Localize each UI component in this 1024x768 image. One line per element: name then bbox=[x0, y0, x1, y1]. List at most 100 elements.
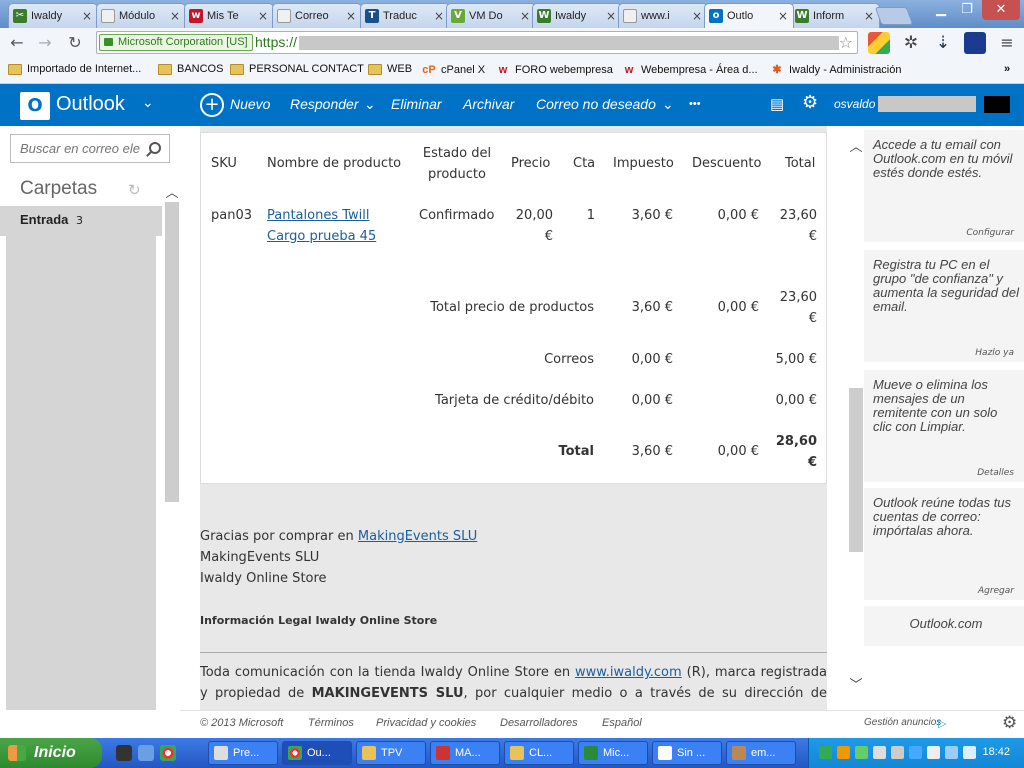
user-name[interactable]: osvaldo bbox=[834, 97, 875, 111]
scrollbar-thumb[interactable] bbox=[849, 388, 863, 552]
tray-icon[interactable] bbox=[873, 746, 886, 759]
sidebar-scrollbar[interactable]: ︿ ﹀ bbox=[164, 182, 180, 768]
taskbar-item[interactable]: Mic... bbox=[578, 741, 648, 765]
bookmark-link[interactable]: cP cPanel X bbox=[422, 63, 485, 77]
ad-card[interactable]: Mueve o elimina los mensajes de un remit… bbox=[864, 370, 1024, 482]
outlook-brand[interactable]: Outlook bbox=[56, 93, 125, 116]
ads-manage-link[interactable]: Gestión anuncios bbox=[864, 717, 941, 728]
chevron-down-icon[interactable]: ⌄ bbox=[662, 96, 674, 113]
delete-button[interactable]: Eliminar bbox=[391, 96, 442, 112]
extension-icon[interactable] bbox=[868, 32, 890, 54]
back-icon[interactable]: ← bbox=[6, 32, 28, 54]
tray-icon[interactable] bbox=[855, 746, 868, 759]
browser-tab[interactable]: W Iwaldy × bbox=[532, 3, 622, 28]
bookmark-folder[interactable]: PERSONAL CONTACT bbox=[230, 63, 364, 75]
bookmark-folder[interactable]: WEB bbox=[368, 63, 412, 75]
star-icon[interactable]: ☆ bbox=[839, 33, 853, 52]
close-icon[interactable]: × bbox=[691, 9, 703, 23]
start-button[interactable]: Inicio bbox=[0, 738, 102, 768]
footer-link-language[interactable]: Español bbox=[602, 717, 642, 729]
ad-link[interactable]: Agregar bbox=[978, 586, 1014, 596]
browser-tab[interactable]: V VM Do × bbox=[446, 3, 536, 28]
bookmark-link[interactable]: w Webempresa - Área d... bbox=[622, 63, 758, 77]
minimize-icon[interactable]: ▁ bbox=[928, 0, 954, 20]
chevron-down-icon[interactable]: ﹀ bbox=[848, 674, 864, 693]
scrollbar-thumb[interactable] bbox=[165, 202, 179, 502]
tray-icon[interactable] bbox=[927, 746, 940, 759]
bookmark-folder[interactable]: Importado de Internet... bbox=[8, 63, 141, 75]
avatar[interactable] bbox=[984, 96, 1010, 113]
ev-certificate-badge[interactable]: Microsoft Corporation [US] bbox=[99, 34, 253, 51]
close-icon[interactable]: × bbox=[519, 9, 531, 23]
messaging-icon[interactable]: ▤ bbox=[770, 95, 784, 113]
taskbar-item[interactable]: Sin ... bbox=[652, 741, 722, 765]
quicklaunch-icon[interactable] bbox=[138, 745, 154, 761]
search-input[interactable] bbox=[20, 141, 140, 156]
download-icon[interactable]: ⇣ bbox=[932, 32, 954, 54]
gear-icon[interactable]: ⚙ bbox=[802, 92, 818, 113]
chevron-up-icon[interactable]: ︿ bbox=[164, 182, 180, 201]
close-window-icon[interactable]: ✕ bbox=[982, 0, 1020, 20]
bookmark-link[interactable]: ✱ Iwaldy - Administración bbox=[770, 63, 901, 77]
tray-icon[interactable] bbox=[909, 746, 922, 759]
browser-tab[interactable]: Correo × bbox=[272, 3, 362, 28]
network-icon[interactable] bbox=[945, 746, 958, 759]
browser-tab-active[interactable]: o Outlo × bbox=[704, 3, 794, 28]
outlook-logo-icon[interactable]: O bbox=[20, 92, 50, 120]
plus-icon[interactable]: + bbox=[200, 93, 224, 117]
ad-choices-icon[interactable]: ▷ bbox=[938, 717, 946, 730]
refresh-icon[interactable]: ↻ bbox=[128, 181, 141, 199]
website-link[interactable]: www.iwaldy.com bbox=[575, 665, 682, 680]
ad-link[interactable]: Hazlo ya bbox=[975, 348, 1014, 358]
search-box[interactable] bbox=[10, 134, 170, 163]
ad-card[interactable]: Registra tu PC en el grupo "de confianza… bbox=[864, 250, 1024, 362]
close-icon[interactable]: × bbox=[433, 9, 445, 23]
taskbar-item[interactable]: Pre... bbox=[208, 741, 278, 765]
ad-card[interactable]: Accede a tu email con Outlook.com en tu … bbox=[864, 130, 1024, 242]
ad-link[interactable]: Detalles bbox=[977, 468, 1014, 478]
chevron-down-icon[interactable]: ⌄ bbox=[142, 95, 154, 111]
flag-icon[interactable] bbox=[964, 32, 986, 54]
close-icon[interactable]: × bbox=[605, 9, 617, 23]
browser-tab[interactable]: ✂ Iwaldy × bbox=[8, 3, 98, 28]
browser-tab[interactable]: w Mis Te × bbox=[184, 3, 274, 28]
close-icon[interactable]: × bbox=[777, 9, 789, 23]
taskbar-item[interactable]: CL... bbox=[504, 741, 574, 765]
close-icon[interactable]: × bbox=[81, 9, 93, 23]
gear-icon[interactable]: ⚙ bbox=[1002, 713, 1017, 733]
quicklaunch-icon[interactable] bbox=[116, 745, 132, 761]
tray-icon[interactable] bbox=[837, 746, 850, 759]
more-commands-button[interactable]: ••• bbox=[689, 98, 701, 110]
chevron-down-icon[interactable]: ⌄ bbox=[364, 96, 376, 113]
new-tab-button[interactable] bbox=[874, 7, 914, 25]
browser-tab[interactable]: Módulo × bbox=[96, 3, 186, 28]
tray-icon[interactable] bbox=[819, 746, 832, 759]
bookmark-link[interactable]: w FORO webempresa bbox=[496, 63, 613, 77]
browser-tab[interactable]: W Inform × bbox=[790, 3, 880, 28]
reply-button[interactable]: Responder bbox=[290, 96, 359, 112]
chevron-up-icon[interactable]: ︿ bbox=[848, 136, 864, 155]
forward-icon[interactable]: → bbox=[34, 32, 56, 54]
close-icon[interactable]: × bbox=[257, 9, 269, 23]
junk-button[interactable]: Correo no deseado bbox=[536, 96, 656, 112]
footer-link-developers[interactable]: Desarrolladores bbox=[500, 717, 578, 729]
folder-inbox[interactable]: Entrada 3 bbox=[0, 206, 162, 236]
more-bookmarks-button[interactable]: » bbox=[1004, 63, 1010, 75]
volume-icon[interactable] bbox=[963, 746, 976, 759]
footer-link-privacy[interactable]: Privacidad y cookies bbox=[376, 717, 476, 729]
footer-link-terms[interactable]: Términos bbox=[308, 717, 354, 729]
chrome-icon[interactable] bbox=[160, 745, 176, 761]
ad-card[interactable]: Outlook reúne todas tus cuentas de corre… bbox=[864, 488, 1024, 600]
product-link[interactable]: Pantalones Twill Cargo prueba 45 bbox=[267, 205, 387, 247]
archive-button[interactable]: Archivar bbox=[463, 96, 514, 112]
reload-icon[interactable]: ↻ bbox=[64, 32, 86, 54]
close-icon[interactable]: × bbox=[863, 9, 875, 23]
taskbar-item[interactable]: MA... bbox=[430, 741, 500, 765]
search-icon[interactable] bbox=[149, 142, 161, 154]
close-icon[interactable]: × bbox=[345, 9, 357, 23]
ad-card[interactable]: Outlook.com bbox=[864, 606, 1024, 646]
company-link[interactable]: MakingEvents SLU bbox=[358, 529, 477, 544]
clock[interactable]: 18:42 bbox=[982, 746, 1010, 758]
taskbar-item-active[interactable]: Ou... bbox=[282, 741, 352, 765]
tray-icon[interactable] bbox=[891, 746, 904, 759]
